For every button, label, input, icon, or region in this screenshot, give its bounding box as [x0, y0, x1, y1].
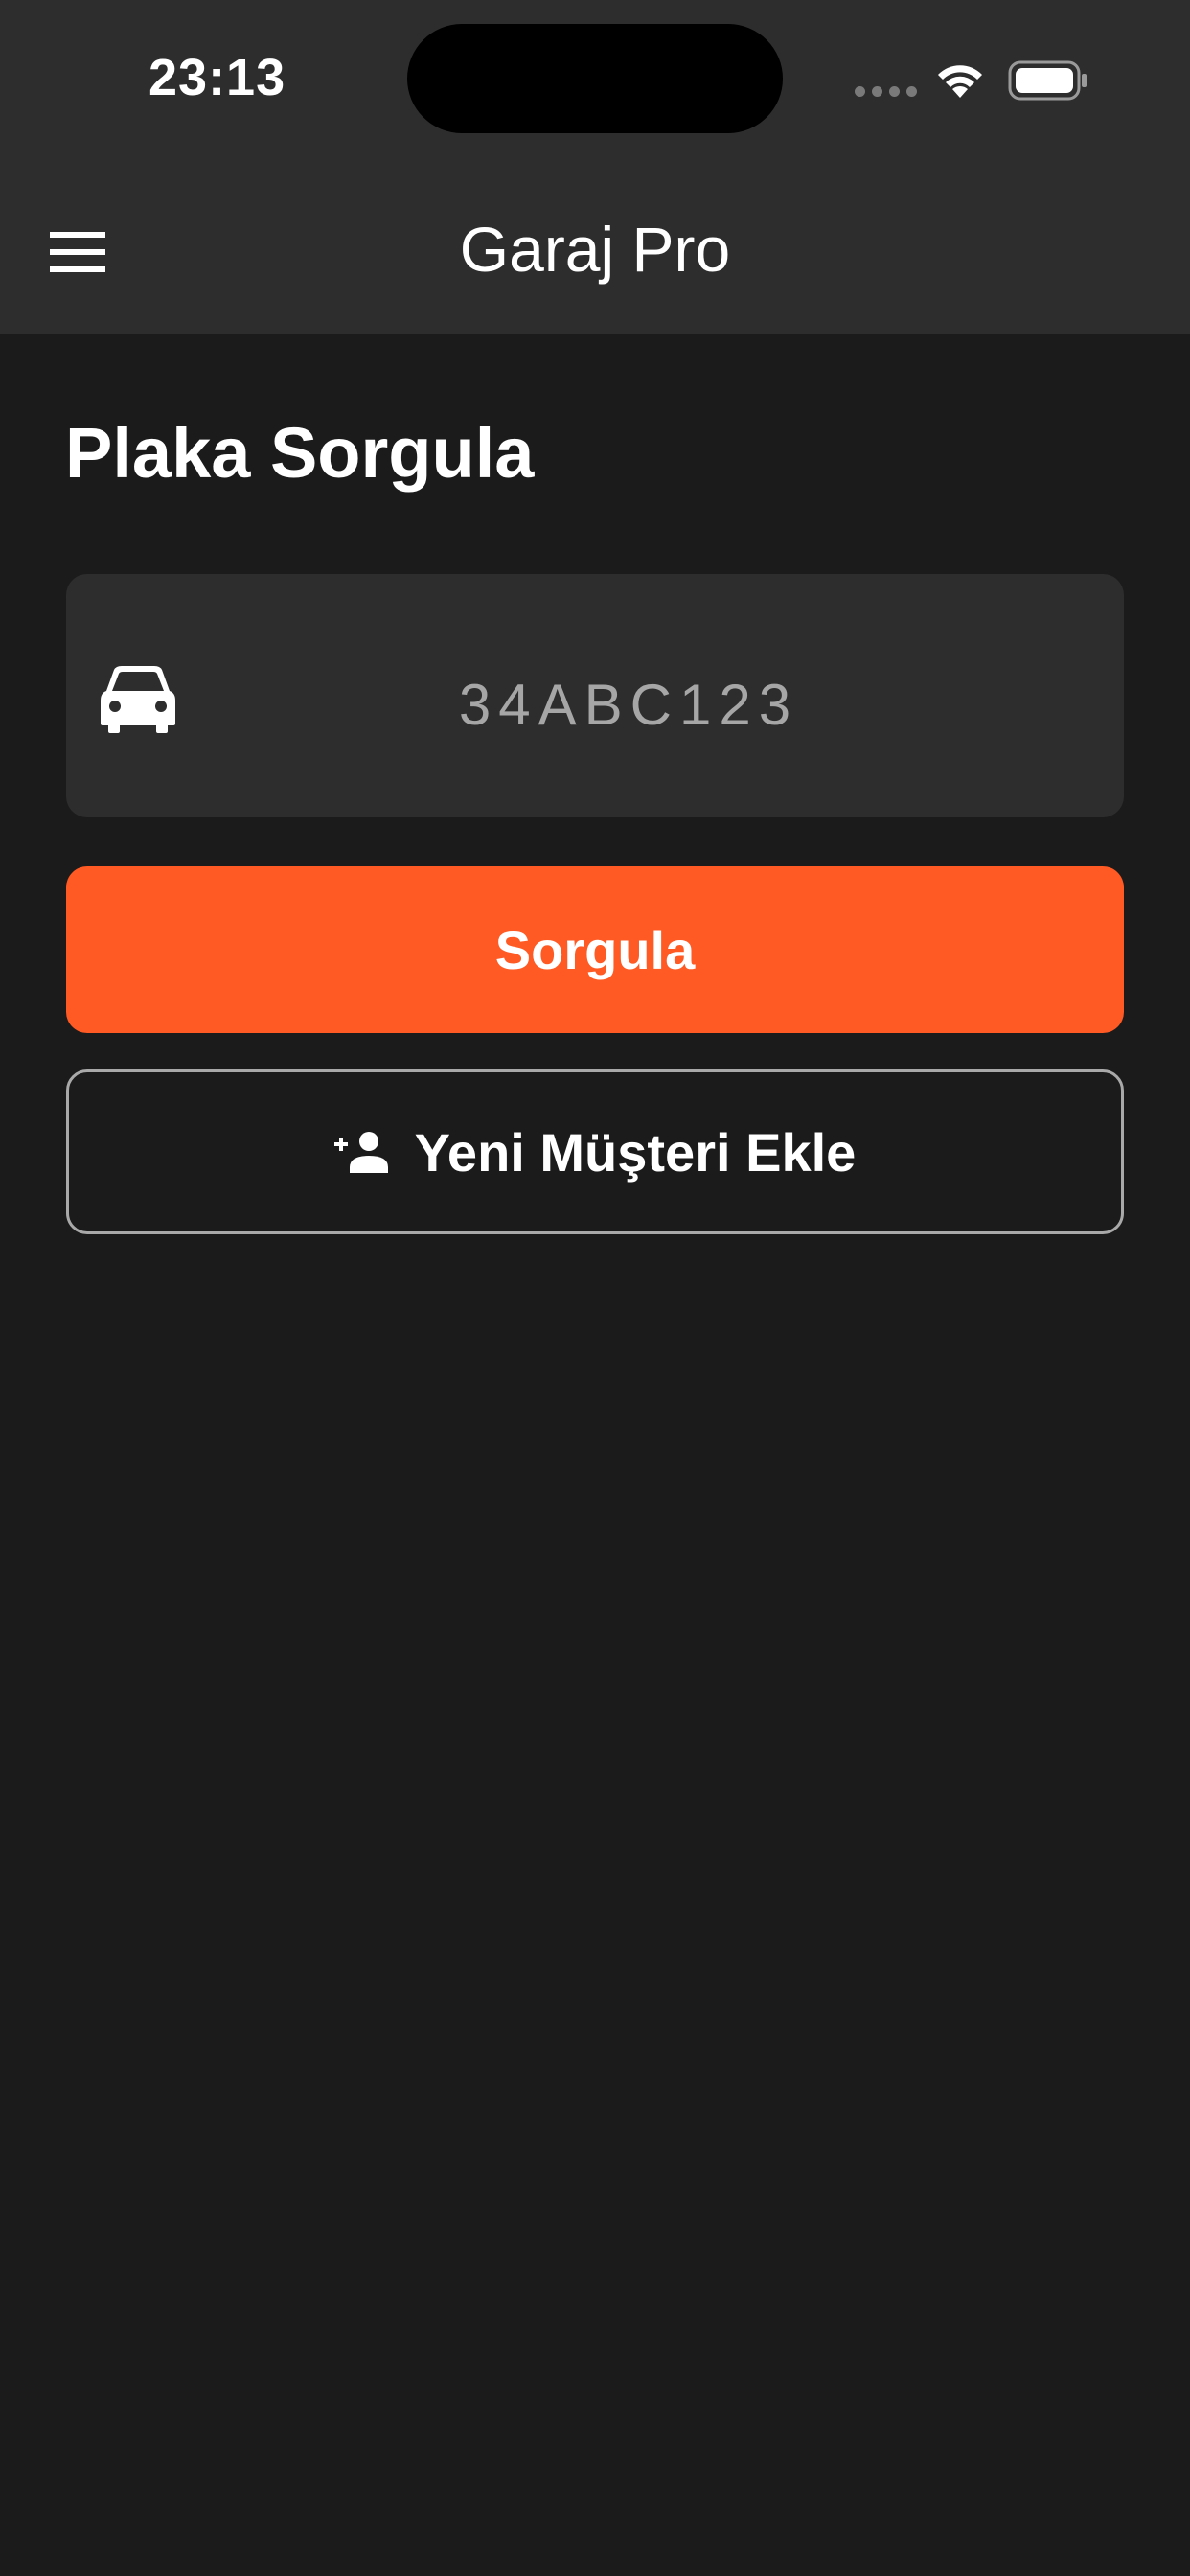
battery-icon — [1008, 60, 1087, 101]
add-customer-button[interactable]: Yeni Müşteri Ekle — [66, 1070, 1124, 1234]
plate-input[interactable] — [191, 574, 1066, 817]
plate-field[interactable] — [66, 574, 1124, 817]
page-title: Plaka Sorgula — [65, 413, 535, 493]
app-bar: Garaj Pro — [0, 163, 1190, 334]
dynamic-island — [407, 24, 783, 133]
status-time: 23:13 — [149, 49, 286, 106]
query-button[interactable]: Sorgula — [66, 866, 1124, 1033]
signal-icon — [855, 86, 917, 97]
add-customer-label: Yeni Müşteri Ekle — [414, 1121, 857, 1183]
person-add-icon — [333, 1132, 388, 1173]
car-icon — [101, 666, 175, 733]
app-title: Garaj Pro — [459, 214, 731, 285]
wifi-icon — [938, 65, 982, 98]
status-bar: 23:13 — [0, 0, 1190, 163]
